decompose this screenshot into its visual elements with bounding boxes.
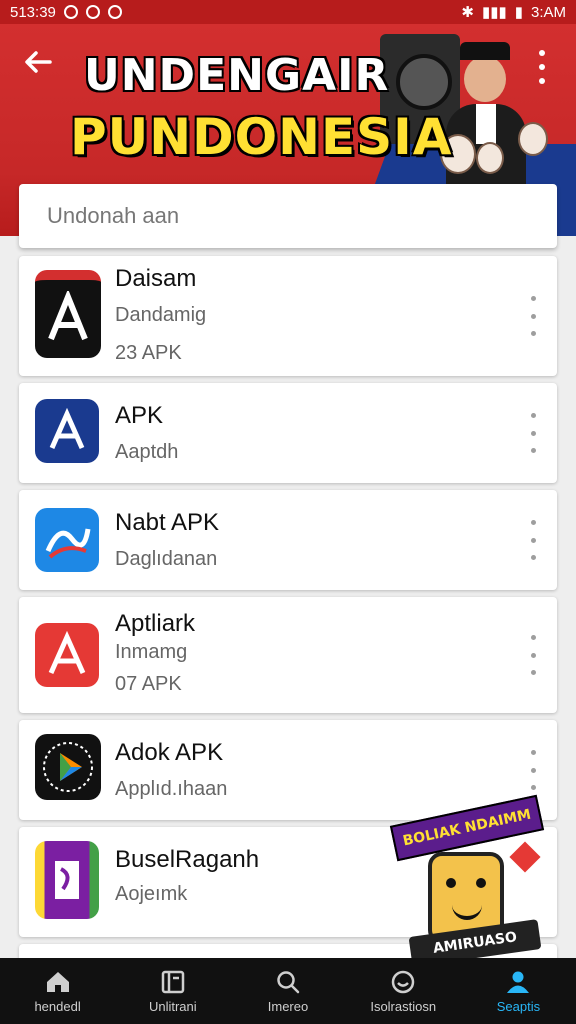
smile-icon bbox=[389, 969, 417, 995]
app-subtitle: Daglıdanan bbox=[115, 548, 218, 570]
app-icon bbox=[35, 734, 101, 800]
app-icon bbox=[35, 841, 99, 919]
nav-label: Imereo bbox=[267, 998, 309, 1014]
banner-title: UNDENGAIR bbox=[84, 50, 390, 101]
app-icon bbox=[35, 270, 101, 358]
status-time-right: 3:AM bbox=[530, 3, 566, 21]
banner-subtitle: PUNDONESIA bbox=[70, 108, 453, 166]
app-name: Adok APK bbox=[115, 739, 224, 766]
status-bar: 513:39 ✱ ▮▮▮ ▮ 3:AM bbox=[0, 0, 576, 24]
list-item[interactable]: APK Aaptdh bbox=[19, 383, 557, 483]
more-options-button[interactable] bbox=[527, 413, 539, 453]
nav-label: Isolrastiosn bbox=[370, 998, 437, 1014]
app-subtitle: Inmamg bbox=[115, 641, 188, 663]
more-options-button[interactable] bbox=[527, 750, 539, 790]
list-item[interactable]: Nabt APK Daglıdanan bbox=[19, 490, 557, 590]
nav-item-profile[interactable]: Seaptis bbox=[461, 958, 576, 1024]
app-scroll-logo-icon bbox=[55, 861, 79, 899]
app-icon bbox=[35, 623, 99, 687]
promo-sticker[interactable]: BOLIAK NDAIMM AMIRUASO bbox=[389, 794, 572, 970]
bottom-navigation: hendedl Unlitrani Imereo Isolrastiosn Se… bbox=[0, 958, 576, 1024]
notification-icon bbox=[63, 5, 78, 19]
app-name: Nabt APK bbox=[115, 509, 220, 536]
nav-label: hendedl bbox=[34, 998, 81, 1014]
more-options-button[interactable] bbox=[527, 635, 539, 675]
more-options-button[interactable] bbox=[527, 296, 539, 336]
wifi-status-icon bbox=[107, 5, 122, 19]
app-subtitle: Aaptdh bbox=[115, 441, 179, 463]
search-bar[interactable] bbox=[19, 184, 557, 248]
list-item[interactable]: Aptliark Inmamg 07 APK bbox=[19, 597, 557, 713]
app-name: Daisam bbox=[115, 265, 197, 292]
app-name: APK bbox=[115, 402, 164, 429]
overflow-menu-button[interactable] bbox=[536, 50, 548, 84]
app-icon bbox=[35, 508, 99, 572]
home-icon bbox=[44, 969, 72, 995]
book-icon bbox=[159, 969, 187, 995]
app-subtitle: Dandamig bbox=[115, 304, 207, 326]
bluetooth-icon: ✱ bbox=[461, 4, 474, 21]
app-a-logo-icon bbox=[49, 408, 85, 450]
nav-item-search[interactable]: Imereo bbox=[230, 958, 345, 1024]
person-illustration bbox=[446, 42, 526, 204]
nav-item-home[interactable]: hendedl bbox=[0, 958, 115, 1024]
app-swirl-logo-icon bbox=[45, 528, 91, 559]
heart-icon bbox=[509, 841, 541, 873]
app-icon bbox=[35, 399, 99, 463]
app-a-logo-icon bbox=[48, 291, 88, 341]
battery-icon: ▮ bbox=[514, 4, 523, 21]
app-a-logo-icon bbox=[48, 631, 86, 675]
search-icon bbox=[274, 969, 302, 995]
nav-item-social[interactable]: Isolrastiosn bbox=[346, 958, 461, 1024]
status-time-left: 513:39 bbox=[10, 3, 56, 21]
signal-icon: ▮▮▮ bbox=[481, 4, 507, 21]
search-input[interactable] bbox=[47, 203, 529, 229]
nav-item-library[interactable]: Unlitrani bbox=[115, 958, 230, 1024]
app-subtitle: Applıd.ıhaan bbox=[115, 778, 228, 800]
app-meta: 23 APK bbox=[115, 342, 182, 364]
more-options-button[interactable] bbox=[527, 520, 539, 560]
nav-label: Unlitrani bbox=[148, 998, 197, 1014]
monkey-illustration bbox=[518, 122, 548, 156]
arrow-left-icon bbox=[25, 51, 52, 73]
back-button[interactable] bbox=[22, 46, 62, 86]
play-icon bbox=[43, 742, 93, 792]
app-meta: 07 APK bbox=[115, 673, 182, 695]
list-item[interactable]: Daisam Dandamig 23 APK bbox=[19, 256, 557, 376]
sync-icon bbox=[85, 5, 100, 19]
app-name: Aptliark bbox=[115, 610, 196, 637]
monkey-illustration bbox=[476, 142, 504, 174]
nav-label: Seaptis bbox=[496, 998, 541, 1014]
person-icon bbox=[504, 969, 532, 995]
